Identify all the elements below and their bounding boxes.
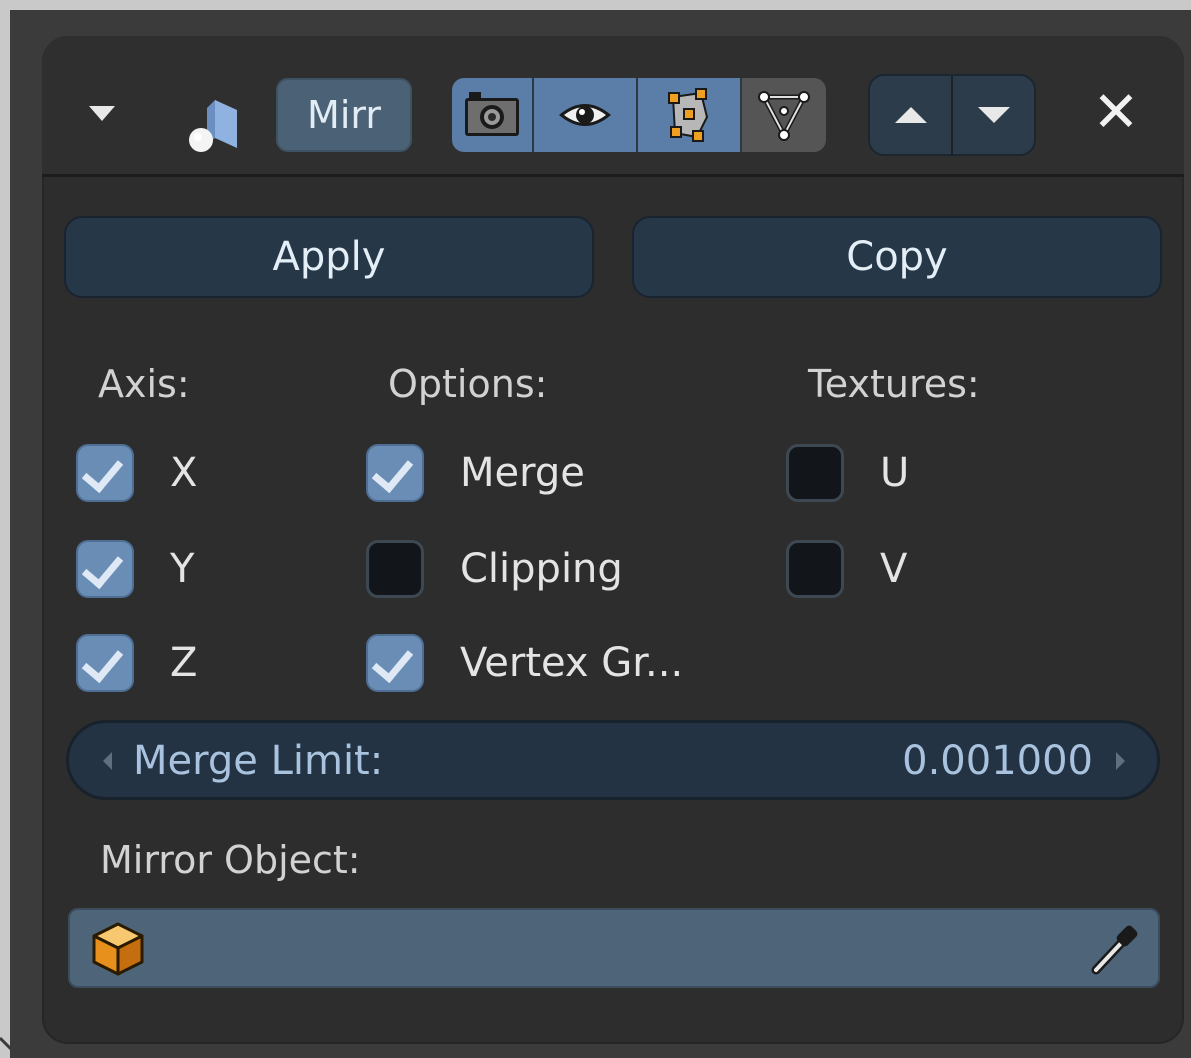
checkbox[interactable]	[366, 634, 424, 692]
checkbox-label: Y	[170, 546, 195, 592]
apply-button[interactable]: Apply	[64, 216, 594, 298]
checkbox-label: Vertex Gr...	[460, 640, 684, 686]
axis-z-checkbox[interactable]: Z	[76, 630, 197, 696]
increment-arrow-icon[interactable]	[1116, 752, 1125, 770]
merge-limit-label: Merge Limit:	[133, 738, 384, 784]
move-modifier-buttons	[868, 74, 1036, 156]
checkbox[interactable]	[366, 540, 424, 598]
modifier-name-field[interactable]: Mirr	[276, 78, 412, 152]
copy-button[interactable]: Copy	[632, 216, 1162, 298]
move-down-button[interactable]	[951, 76, 1034, 154]
clipping-checkbox[interactable]: Clipping	[366, 536, 683, 602]
checkbox[interactable]	[786, 540, 844, 598]
vertex-groups-checkbox[interactable]: Vertex Gr...	[366, 630, 683, 696]
eye-icon	[559, 104, 611, 126]
mirror-modifier-panel: Mirr ✕ Apply Copy Axis: X Y Z Options: M…	[42, 36, 1184, 1044]
checkbox-label: Clipping	[460, 546, 623, 592]
checkbox-label: X	[170, 450, 198, 496]
viewport-toggle[interactable]	[534, 78, 638, 152]
cube-icon	[92, 922, 144, 976]
cage-toggle[interactable]	[742, 78, 826, 152]
decrement-arrow-icon[interactable]	[103, 752, 112, 770]
arrow-up-icon	[894, 107, 927, 123]
render-toggle[interactable]	[452, 78, 534, 152]
resize-corner-icon	[0, 1036, 22, 1058]
textures-label: Textures:	[808, 362, 980, 406]
eyedropper-icon[interactable]	[1086, 920, 1142, 978]
axis-label: Axis:	[98, 362, 190, 406]
move-up-button[interactable]	[870, 76, 951, 154]
axis-x-checkbox[interactable]: X	[76, 440, 197, 506]
checkbox-label: Z	[170, 640, 198, 686]
checkbox-label: Merge	[460, 450, 585, 496]
visibility-toggle-group	[452, 78, 826, 152]
checkbox-label: V	[880, 546, 908, 592]
options-column: Merge Clipping Vertex Gr...	[366, 440, 683, 696]
options-label: Options:	[388, 362, 548, 406]
mirror-modifier-icon	[189, 100, 237, 152]
close-icon[interactable]: ✕	[1086, 78, 1146, 148]
arrow-down-icon	[977, 107, 1010, 123]
edit-mode-toggle[interactable]	[638, 78, 742, 152]
merge-limit-value: 0.001000	[902, 738, 1093, 784]
properties-editor-background: Mirr ✕ Apply Copy Axis: X Y Z Options: M…	[10, 10, 1191, 1058]
checkbox[interactable]	[786, 444, 844, 502]
camera-icon	[465, 92, 519, 136]
axis-column: X Y Z	[76, 440, 197, 696]
mirror-object-label: Mirror Object:	[100, 838, 361, 882]
cage-icon	[758, 91, 810, 141]
texture-u-checkbox[interactable]: U	[786, 440, 909, 506]
checkbox[interactable]	[76, 444, 134, 502]
checkbox[interactable]	[366, 444, 424, 502]
merge-limit-field[interactable]: Merge Limit: 0.001000	[66, 720, 1160, 800]
checkbox[interactable]	[76, 540, 134, 598]
mirror-object-field[interactable]	[68, 908, 1160, 988]
chevron-down-icon[interactable]	[89, 106, 115, 121]
merge-checkbox[interactable]: Merge	[366, 440, 683, 506]
axis-y-checkbox[interactable]: Y	[76, 536, 197, 602]
checkbox-label: U	[880, 450, 910, 496]
checkbox[interactable]	[76, 634, 134, 692]
modifier-header: Mirr ✕	[42, 36, 1184, 177]
texture-v-checkbox[interactable]: V	[786, 536, 909, 602]
edit-mode-icon	[668, 88, 709, 142]
textures-column: U V	[786, 440, 909, 602]
